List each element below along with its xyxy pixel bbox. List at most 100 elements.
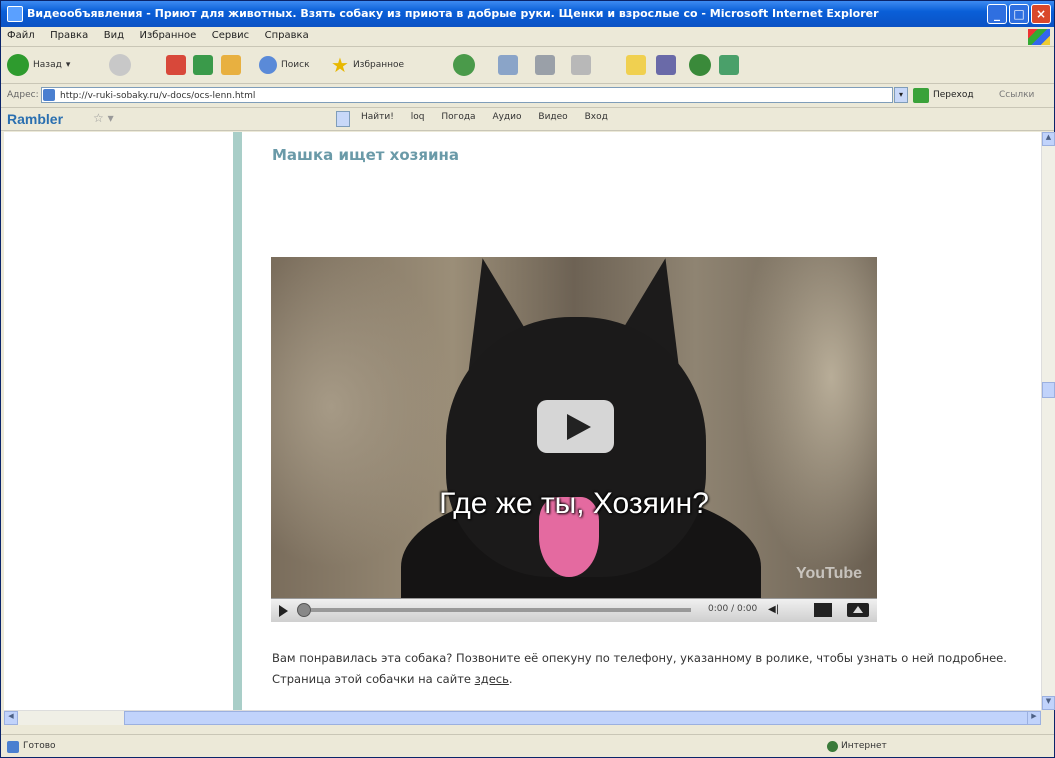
address-input[interactable]: http://v-ruki-sobaky.ru/v-docs/ocs-lenn.… bbox=[41, 87, 893, 103]
menu-view[interactable]: Вид bbox=[98, 27, 130, 44]
internet-zone-icon bbox=[827, 741, 838, 752]
description-text: Вам понравилась эта собака? Позвоните её… bbox=[272, 648, 1032, 690]
search-label: Поиск bbox=[281, 60, 310, 70]
internet-zone-label: Интернет bbox=[841, 741, 887, 751]
history-icon bbox=[453, 54, 475, 76]
users-icon bbox=[719, 55, 739, 75]
favorites-label: Избранное bbox=[352, 60, 405, 70]
menu-help[interactable]: Справка bbox=[259, 27, 315, 44]
progress-knob[interactable] bbox=[297, 603, 311, 617]
description-body: Вам понравилась эта собака? Позвоните её… bbox=[272, 651, 1007, 686]
print-button[interactable] bbox=[535, 53, 555, 77]
history-button[interactable] bbox=[453, 53, 475, 77]
ie-icon bbox=[7, 6, 23, 22]
scroll-down-icon[interactable]: ▼ bbox=[1042, 696, 1055, 710]
status-page-icon bbox=[7, 741, 19, 753]
rambler-login-button[interactable]: Вход bbox=[585, 112, 608, 122]
window-size-icon[interactable] bbox=[814, 603, 832, 617]
scroll-up-icon[interactable]: ▲ bbox=[1042, 132, 1055, 146]
page-heading: Машка ищет хозяина bbox=[272, 146, 460, 164]
page-icon bbox=[43, 89, 55, 101]
vertical-scroll-thumb[interactable] bbox=[1042, 382, 1055, 398]
rambler-toolbar: Rambler ☆ ▾ Найти! loq Погода Аудио Виде… bbox=[1, 108, 1054, 131]
users-button[interactable] bbox=[719, 53, 739, 77]
fullscreen-icon[interactable] bbox=[847, 603, 869, 617]
forward-button[interactable] bbox=[109, 53, 131, 77]
search-icon bbox=[259, 56, 277, 74]
chevron-down-icon: ▾ bbox=[65, 60, 71, 70]
title-bar: Видеообъявления - Приют для животных. Вз… bbox=[1, 1, 1054, 27]
refresh-icon bbox=[193, 55, 213, 75]
status-bar: Готово Интернет bbox=[1, 734, 1054, 758]
menu-edit[interactable]: Правка bbox=[44, 27, 94, 44]
home-icon bbox=[221, 55, 241, 75]
minimize-button[interactable]: _ bbox=[987, 4, 1007, 24]
forward-arrow-icon bbox=[109, 54, 131, 76]
video-controls: 0:00 / 0:00 ◀| bbox=[271, 598, 877, 622]
rambler-star-icon[interactable]: ☆ ▾ bbox=[93, 111, 114, 125]
dog-page-link[interactable]: здесь bbox=[475, 672, 509, 686]
video-time: 0:00 / 0:00 bbox=[708, 604, 758, 614]
go-button[interactable]: Переход bbox=[933, 90, 974, 100]
go-arrow-icon[interactable] bbox=[913, 88, 929, 103]
stop-button[interactable] bbox=[166, 53, 186, 77]
address-label: Адрес: bbox=[7, 90, 39, 100]
close-button[interactable]: × bbox=[1031, 4, 1051, 24]
menu-tools[interactable]: Сервис bbox=[206, 27, 255, 44]
refresh-button[interactable] bbox=[193, 53, 213, 77]
progress-track[interactable] bbox=[311, 608, 691, 612]
maximize-button[interactable]: □ bbox=[1009, 4, 1029, 24]
folder-icon bbox=[626, 55, 646, 75]
vertical-scrollbar[interactable]: ▲ ▼ bbox=[1041, 132, 1055, 710]
status-text: Готово bbox=[23, 741, 56, 751]
play-icon[interactable] bbox=[279, 605, 288, 617]
back-button[interactable]: Назад ▾ bbox=[7, 53, 70, 77]
mail-button[interactable] bbox=[498, 53, 518, 77]
menu-bar: Файл Правка Вид Избранное Сервис Справка bbox=[1, 27, 1054, 47]
rambler-search-dropdown[interactable] bbox=[336, 111, 350, 127]
star-icon: ★ bbox=[331, 53, 349, 77]
standard-toolbar: Назад ▾ Поиск ★ Избранное bbox=[1, 47, 1054, 84]
rambler-video-button[interactable]: Видео bbox=[538, 112, 567, 122]
address-dropdown[interactable]: ▾ bbox=[894, 87, 908, 103]
rambler-weather-button[interactable]: Погода bbox=[441, 112, 475, 122]
window-title: Видеообъявления - Приют для животных. Вз… bbox=[27, 7, 879, 20]
search-button[interactable]: Поиск bbox=[259, 53, 310, 77]
stop-icon bbox=[166, 55, 186, 75]
rambler-items: Найти! loq Погода Аудио Видео Вход bbox=[361, 112, 622, 122]
scroll-right-icon[interactable]: ▶ bbox=[1027, 711, 1041, 725]
video-caption: Где же ты, Хозяин? bbox=[439, 487, 709, 520]
rambler-audio-button[interactable]: Аудио bbox=[492, 112, 521, 122]
scroll-left-icon[interactable]: ◀ bbox=[4, 711, 18, 725]
messenger-button[interactable] bbox=[656, 53, 676, 77]
windows-logo-icon bbox=[1028, 29, 1050, 45]
rambler-loq-button[interactable]: loq bbox=[411, 112, 425, 122]
rambler-logo[interactable]: Rambler bbox=[7, 111, 63, 127]
flower-icon bbox=[689, 54, 711, 76]
horizontal-scrollbar[interactable]: ◀ ▶ bbox=[4, 710, 1041, 725]
edit-icon bbox=[571, 55, 591, 75]
rambler-search-button[interactable]: Найти! bbox=[361, 112, 394, 122]
favorites-button[interactable]: ★ Избранное bbox=[331, 53, 404, 77]
video-player[interactable]: Где же ты, Хозяин? YouTube bbox=[271, 257, 877, 598]
volume-icon[interactable]: ◀| bbox=[768, 604, 779, 615]
menu-file[interactable]: Файл bbox=[1, 27, 41, 44]
browser-window: Видеообъявления - Приют для животных. Вз… bbox=[0, 0, 1055, 758]
horizontal-scroll-thumb[interactable] bbox=[124, 711, 1029, 725]
messenger-icon bbox=[656, 55, 676, 75]
youtube-logo[interactable]: YouTube bbox=[796, 565, 862, 583]
description-end: . bbox=[508, 672, 513, 686]
back-label: Назад bbox=[33, 60, 62, 70]
menu-favorites[interactable]: Избранное bbox=[133, 27, 202, 44]
left-border-bar bbox=[233, 132, 242, 710]
print-icon bbox=[535, 55, 555, 75]
links-button[interactable]: Ссылки bbox=[999, 90, 1034, 100]
home-button[interactable] bbox=[221, 53, 241, 77]
address-bar: Адрес: http://v-ruki-sobaky.ru/v-docs/oc… bbox=[1, 85, 1054, 108]
back-arrow-icon bbox=[7, 54, 29, 76]
video-play-button[interactable] bbox=[537, 400, 614, 453]
flower-button[interactable] bbox=[689, 53, 711, 77]
edit-button[interactable] bbox=[571, 53, 591, 77]
folder-button[interactable] bbox=[626, 53, 646, 77]
mail-icon bbox=[498, 55, 518, 75]
